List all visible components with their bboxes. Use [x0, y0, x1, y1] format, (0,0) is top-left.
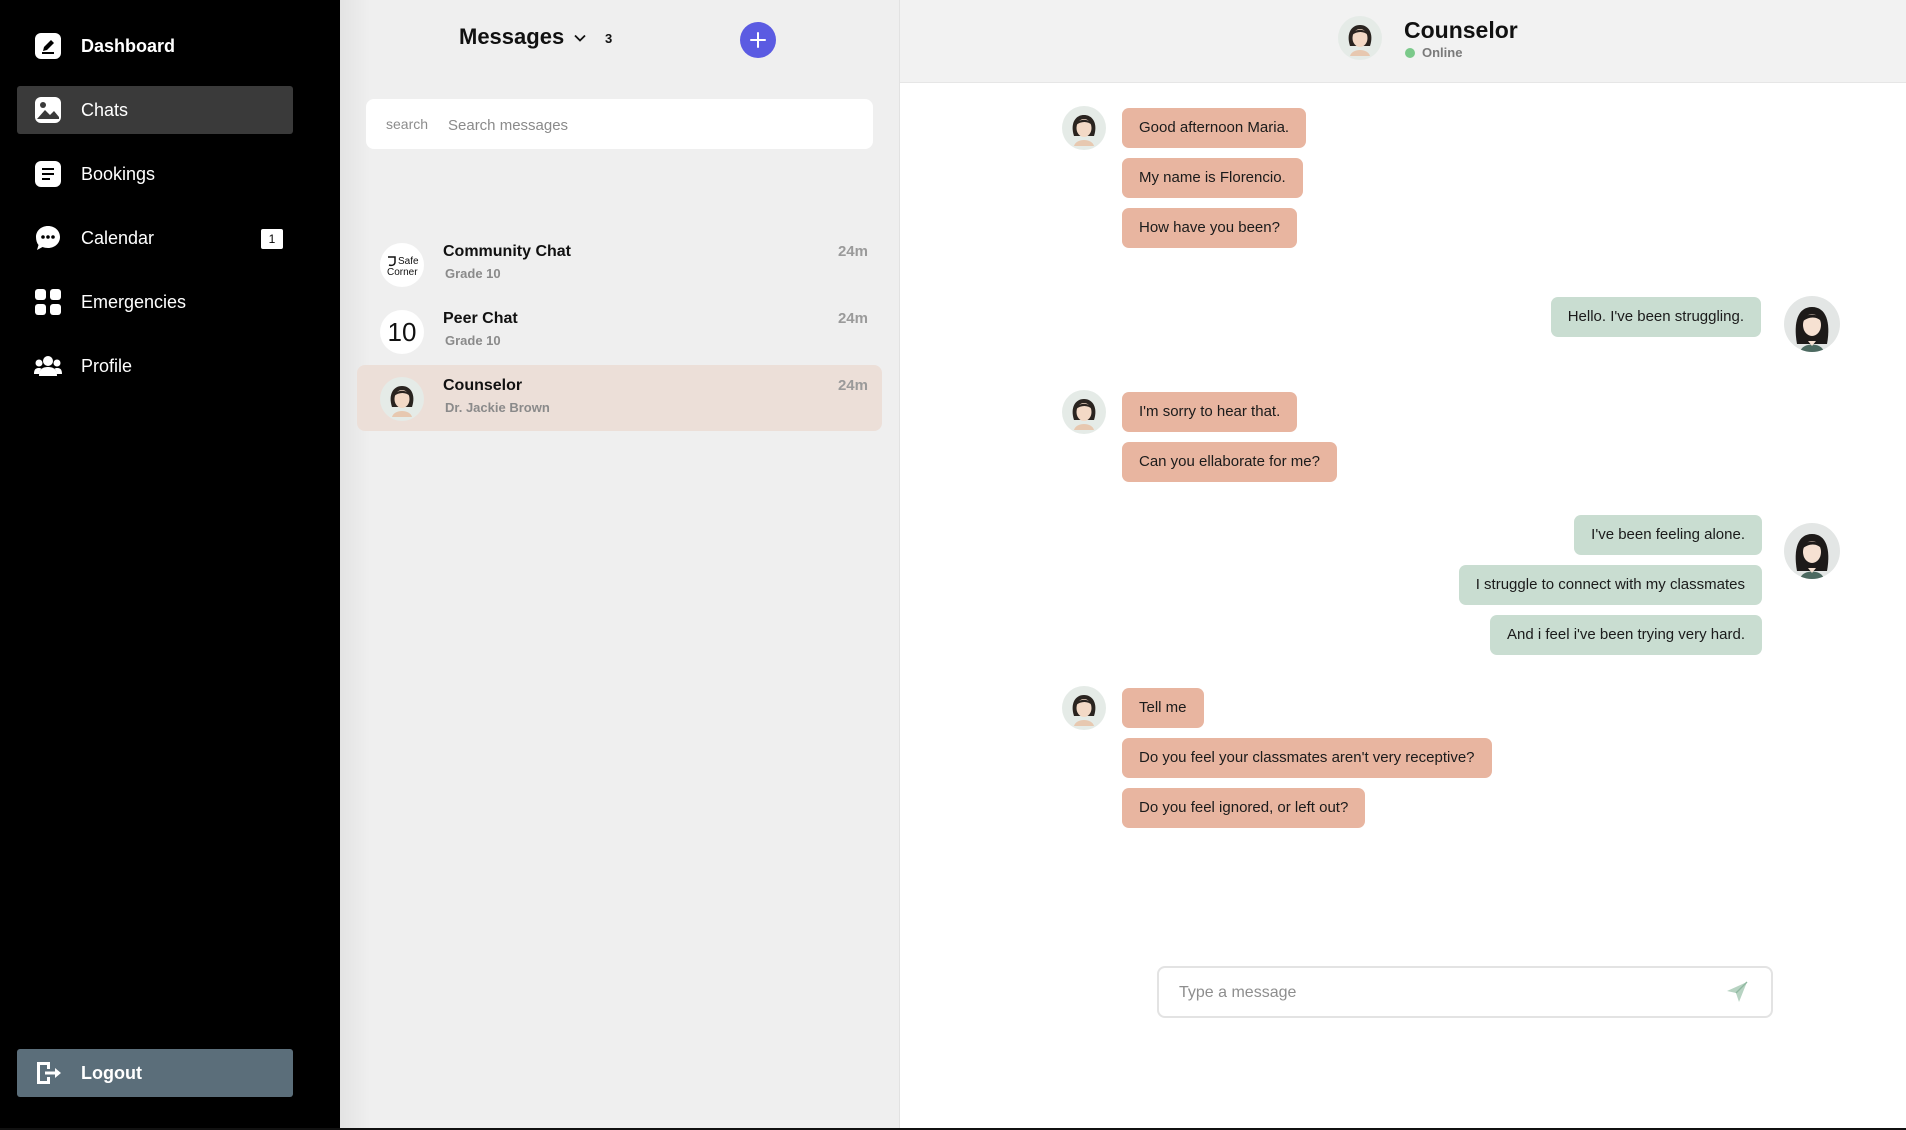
send-icon[interactable] — [1725, 980, 1749, 1004]
chat-subtitle: Grade 10 — [445, 333, 501, 348]
counselor-avatar-icon — [1072, 695, 1096, 726]
message-bubble-incoming: I'm sorry to hear that. — [1122, 392, 1298, 432]
counselor-avatar-icon — [390, 386, 414, 417]
chevron-down-icon[interactable] — [572, 30, 588, 46]
message-composer — [1157, 966, 1773, 1018]
avatar-number: 10 — [387, 317, 417, 347]
messages-title: Messages — [459, 24, 565, 49]
sidebar-item-label: Chats — [81, 100, 129, 120]
avatar — [380, 377, 424, 421]
sidebar-item-label: Emergencies — [81, 292, 187, 312]
user-avatar-icon — [1795, 534, 1829, 579]
messages-panel: Messages 3 search Safe Corner Community … — [340, 0, 899, 1128]
message-bubble-outgoing: I've been feeling alone. — [1574, 515, 1762, 555]
logout-icon — [37, 1062, 61, 1084]
logout-button[interactable]: Logout — [17, 1049, 293, 1097]
message-bubble-incoming: Tell me — [1122, 688, 1204, 728]
message-bubble-incoming: My name is Florencio. — [1122, 158, 1303, 198]
chat-item-community[interactable]: Safe Corner Community Chat Grade 10 24m — [357, 231, 882, 297]
edit-icon — [35, 33, 61, 59]
new-message-button[interactable] — [740, 22, 776, 58]
image-icon — [35, 97, 61, 123]
avatar — [1784, 523, 1840, 579]
conversation-area: Good afternoon Maria. My name is Florenc… — [900, 83, 1906, 1128]
safe-corner-logo-icon: Safe Corner — [387, 256, 419, 278]
message-bubble-incoming: Do you feel ignored, or left out? — [1122, 788, 1366, 828]
svg-text:Safe: Safe — [398, 256, 419, 267]
message-bubble-outgoing: I struggle to connect with my classmates — [1458, 565, 1762, 605]
chat-item-counselor[interactable]: Counselor Dr. Jackie Brown 24m — [357, 365, 882, 431]
conversation-title: Counselor — [1404, 17, 1518, 43]
status-text: Online — [1422, 45, 1463, 60]
chat-name: Counselor — [443, 377, 523, 394]
chat-name: Community Chat — [443, 243, 571, 260]
chat-bubble-icon — [36, 226, 60, 250]
sidebar-item-label: Profile — [81, 356, 133, 376]
sidebar-item-emergencies[interactable]: Emergencies — [17, 278, 293, 326]
chat-name: Peer Chat — [443, 310, 518, 327]
sidebar-item-chats[interactable]: Chats — [17, 86, 293, 134]
message-bubble-outgoing: And i feel i've been trying very hard. — [1490, 615, 1762, 655]
counselor-avatar-icon — [1072, 115, 1096, 146]
message-bubble-incoming: How have you been? — [1122, 208, 1297, 248]
chat-item-peer[interactable]: 10 Peer Chat Grade 10 24m — [357, 298, 882, 364]
sidebar: Dashboard Chats Bookings Calendar 1 Emer… — [0, 0, 340, 1128]
message-bubble-incoming: Good afternoon Maria. — [1122, 108, 1307, 148]
counselor-avatar-icon — [1072, 399, 1096, 430]
sidebar-item-bookings[interactable]: Bookings — [17, 150, 293, 198]
message-bubble-incoming: Can you ellaborate for me? — [1122, 442, 1337, 482]
avatar — [1338, 16, 1382, 60]
sidebar-item-profile[interactable]: Profile — [17, 342, 293, 390]
chat-subtitle: Grade 10 — [445, 266, 501, 281]
avatar — [1062, 390, 1106, 434]
message-bubble-outgoing: Hello. I've been struggling. — [1550, 297, 1761, 337]
user-avatar-icon — [1795, 307, 1829, 352]
sidebar-item-label: Bookings — [81, 164, 156, 184]
calendar-badge: 1 — [261, 229, 283, 249]
users-icon — [34, 356, 62, 376]
chat-time: 24m — [837, 377, 868, 394]
sidebar-item-dashboard[interactable]: Dashboard — [17, 22, 293, 70]
message-bubble-incoming: Do you feel your classmates aren't very … — [1122, 738, 1492, 778]
online-indicator — [1405, 48, 1415, 58]
messages-count: 3 — [605, 31, 613, 46]
message-input[interactable] — [1177, 978, 1721, 1008]
counselor-avatar-icon — [1348, 25, 1372, 56]
peer-chat-avatar: 10 — [380, 310, 424, 354]
avatar — [1784, 296, 1840, 352]
grid-icon — [35, 289, 61, 315]
svg-text:Corner: Corner — [387, 267, 418, 278]
community-logo-avatar: Safe Corner — [380, 243, 424, 287]
sidebar-item-label: Dashboard — [81, 36, 176, 56]
logout-label: Logout — [81, 1063, 142, 1083]
sidebar-item-calendar[interactable]: Calendar 1 — [17, 214, 293, 262]
search-input[interactable] — [446, 109, 850, 141]
chat-time: 24m — [837, 243, 868, 260]
avatar — [1062, 686, 1106, 730]
conversation-header: Counselor Online — [900, 0, 1906, 83]
chat-time: 24m — [837, 310, 868, 327]
sidebar-item-label: Calendar — [81, 228, 155, 248]
chat-subtitle: Dr. Jackie Brown — [445, 400, 550, 415]
search-box: search — [366, 99, 873, 149]
search-icon: search — [386, 116, 429, 132]
avatar — [1062, 106, 1106, 150]
document-icon — [35, 161, 61, 187]
